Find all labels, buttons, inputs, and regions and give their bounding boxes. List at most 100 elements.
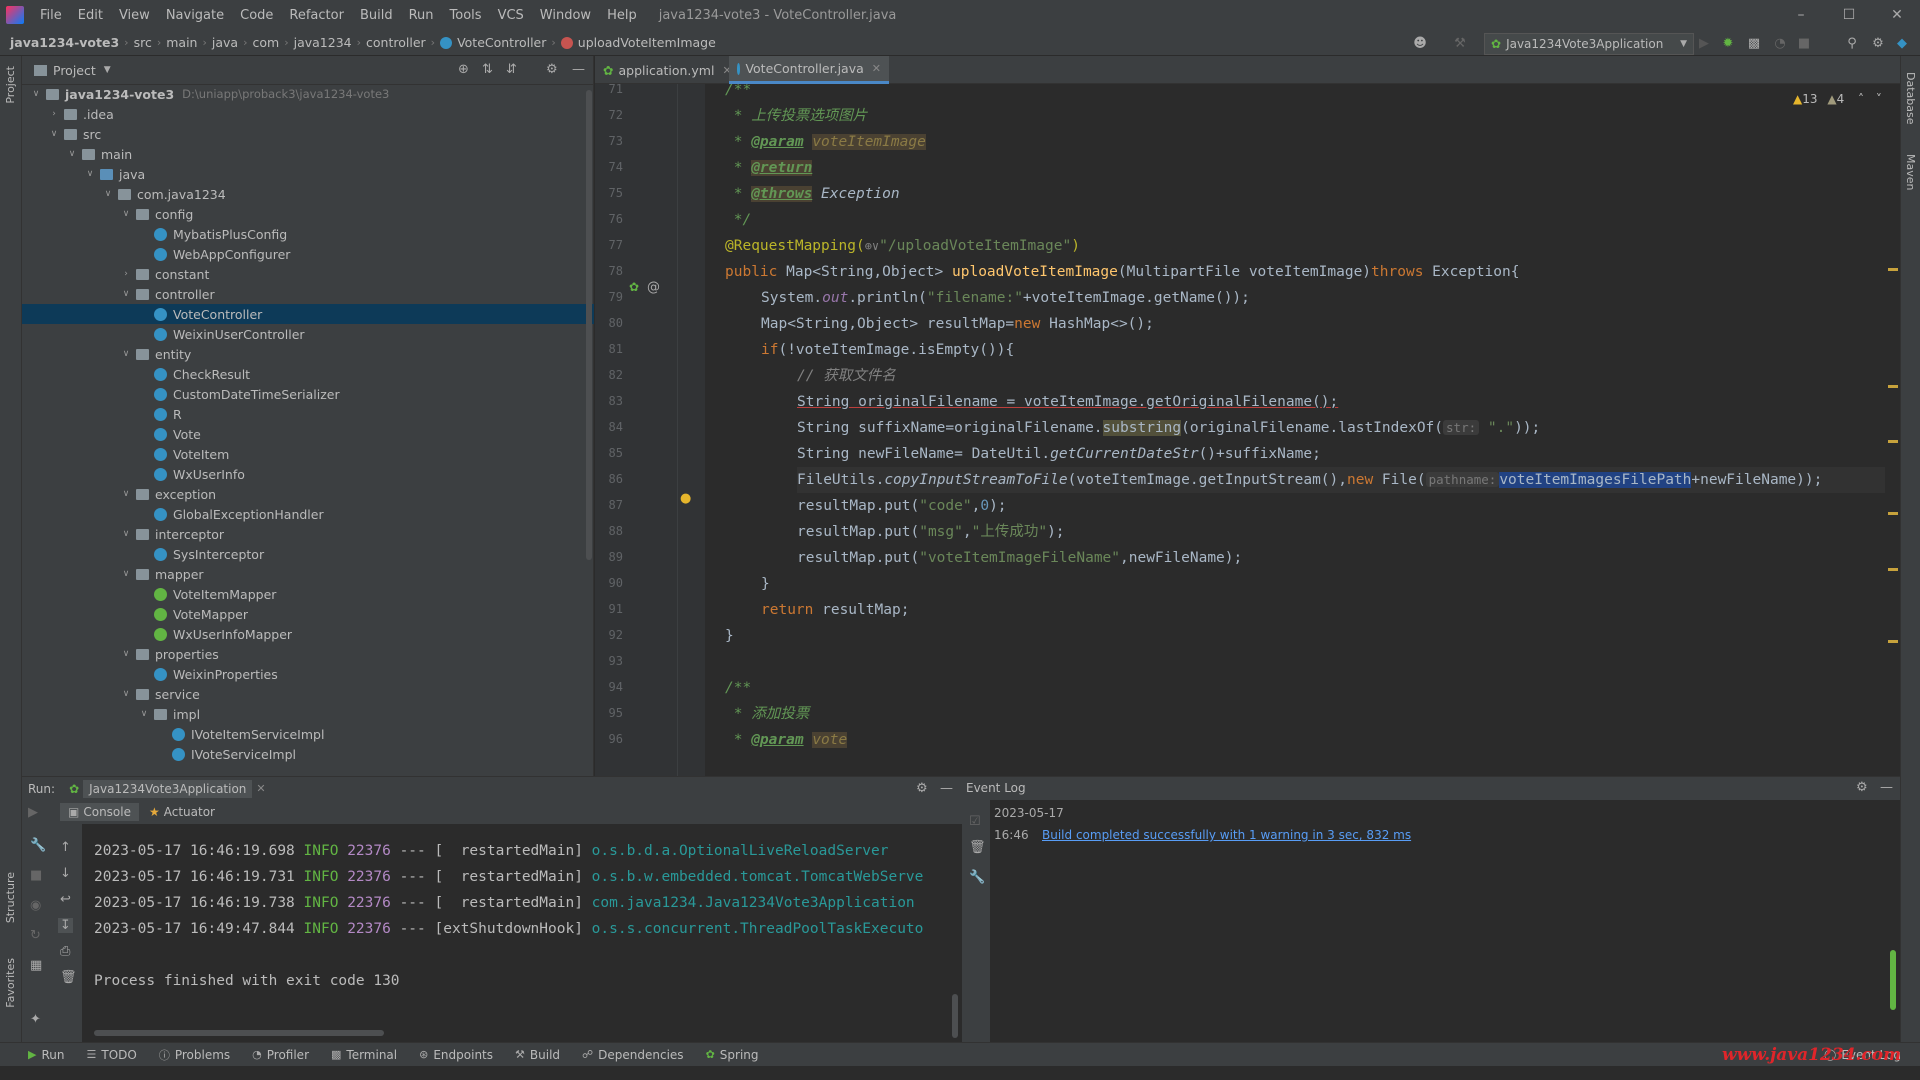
breadcrumb-java1234[interactable]: java1234: [294, 35, 352, 50]
wrench-icon[interactable]: 🔧: [30, 838, 46, 853]
debug-icon[interactable]: ✹: [1720, 35, 1736, 51]
project-view-select[interactable]: Project: [53, 63, 96, 78]
menu-tools[interactable]: Tools: [442, 8, 490, 23]
tree-item[interactable]: › .idea: [22, 104, 594, 124]
menu-help[interactable]: Help: [599, 8, 645, 23]
breadcrumb-project[interactable]: java1234-vote3: [10, 35, 119, 50]
warning-marker[interactable]: [1888, 385, 1898, 388]
menu-file[interactable]: File: [32, 8, 70, 23]
trash-icon[interactable]: 🗑: [60, 970, 77, 985]
chevron-down-icon[interactable]: ∨: [120, 529, 132, 539]
chevron-down-icon[interactable]: ∨: [120, 289, 132, 299]
arrow-down-icon[interactable]: ↓: [60, 866, 71, 881]
chevron-down-icon[interactable]: ∨: [120, 689, 132, 699]
breadcrumb-java[interactable]: java: [212, 35, 238, 50]
jetbrains-toolbox-icon[interactable]: ◆: [1894, 35, 1910, 51]
tree-item[interactable]: IVoteItemServiceImpl: [22, 724, 594, 744]
breadcrumb-main[interactable]: main: [166, 35, 197, 50]
chevron-down-icon[interactable]: ∨: [120, 209, 132, 219]
chevron-down-icon[interactable]: ∨: [66, 149, 78, 159]
breadcrumb-com[interactable]: com: [252, 35, 279, 50]
inspection-widget[interactable]: ▲13 ▲4 ˄ ˅: [1793, 92, 1882, 106]
warning-marker[interactable]: [1888, 440, 1898, 443]
tree-item[interactable]: ∨ entity: [22, 344, 594, 364]
breadcrumb-controller[interactable]: controller: [366, 35, 426, 50]
tool-terminal[interactable]: ▩ Terminal: [331, 1048, 397, 1062]
maximize-icon[interactable]: ☐: [1826, 0, 1872, 30]
hide-icon[interactable]: —: [572, 62, 585, 77]
warning-marker[interactable]: [1888, 568, 1898, 571]
chevron-down-icon[interactable]: ∨: [102, 189, 114, 199]
chevron-down-icon[interactable]: ∨: [120, 649, 132, 659]
stop-icon[interactable]: ■: [1796, 35, 1812, 51]
tree-item[interactable]: MybatisPlusConfig: [22, 224, 594, 244]
search-icon[interactable]: ⚲: [1844, 35, 1860, 51]
tree-item[interactable]: IVoteServiceImpl: [22, 744, 594, 764]
menu-view[interactable]: View: [111, 8, 158, 23]
layout-icon[interactable]: ▦: [30, 958, 42, 973]
arrow-up-icon[interactable]: ↑: [60, 840, 71, 855]
tree-item[interactable]: R: [22, 404, 594, 424]
spring-endpoint-icon[interactable]: ✿: [629, 280, 639, 294]
tree-item[interactable]: ∨ interceptor: [22, 524, 594, 544]
user-icon[interactable]: ☻: [1412, 35, 1428, 51]
coverage-icon[interactable]: ▩: [1746, 35, 1762, 51]
chevron-down-icon[interactable]: ∨: [120, 569, 132, 579]
menu-navigate[interactable]: Navigate: [158, 8, 232, 23]
tree-item[interactable]: VoteMapper: [22, 604, 594, 624]
menu-refactor[interactable]: Refactor: [281, 8, 352, 23]
chevron-down-icon[interactable]: ∨: [120, 489, 132, 499]
collapse-all-icon[interactable]: ⇵: [506, 62, 517, 77]
tab-vote-controller[interactable]: VoteController.java ✕: [729, 56, 889, 84]
chevron-right-icon[interactable]: ›: [120, 269, 132, 279]
tree-item[interactable]: ∨ service: [22, 684, 594, 704]
menu-window[interactable]: Window: [532, 8, 599, 23]
event-log-scrollbar[interactable]: [1890, 950, 1896, 1010]
gear-icon[interactable]: ⚙: [546, 62, 558, 77]
wrench-icon[interactable]: 🔧: [969, 870, 985, 885]
menu-code[interactable]: Code: [232, 8, 281, 23]
tree-item[interactable]: ∨ main: [22, 144, 594, 164]
tree-item[interactable]: VoteItem: [22, 444, 594, 464]
run-config-tab[interactable]: Java1234Vote3Application: [83, 779, 253, 798]
tree-item[interactable]: CustomDateTimeSerializer: [22, 384, 594, 404]
menu-build[interactable]: Build: [352, 8, 401, 23]
warning-marker[interactable]: [1888, 640, 1898, 643]
restart-icon[interactable]: ↻: [30, 928, 41, 943]
tool-problems[interactable]: ⓘ Problems: [159, 1047, 230, 1063]
run-icon[interactable]: ▶: [1696, 35, 1712, 51]
stop-icon[interactable]: ■: [30, 868, 42, 883]
tree-item[interactable]: ∨ java: [22, 164, 594, 184]
close-tab-icon[interactable]: ✕: [256, 782, 265, 795]
tree-item[interactable]: VoteController: [22, 304, 594, 324]
tree-item[interactable]: WxUserInfo: [22, 464, 594, 484]
chevron-down-icon[interactable]: ∨: [138, 709, 150, 719]
chevron-down-icon[interactable]: ∨: [48, 129, 60, 139]
tool-todo[interactable]: ☰ TODO: [86, 1048, 136, 1062]
tree-item[interactable]: SysInterceptor: [22, 544, 594, 564]
tree-item[interactable]: ∨ java1234-vote3 D:\uniapp\proback3\java12…: [22, 84, 594, 104]
tool-profiler[interactable]: ◔ Profiler: [252, 1048, 309, 1062]
tree-item[interactable]: ∨ config: [22, 204, 594, 224]
tree-item[interactable]: GlobalExceptionHandler: [22, 504, 594, 524]
tree-item[interactable]: VoteItemMapper: [22, 584, 594, 604]
breadcrumb-src[interactable]: src: [134, 35, 152, 50]
trash-icon[interactable]: 🗑: [969, 840, 986, 855]
hammer-icon[interactable]: ⚒: [1452, 35, 1468, 51]
maven-tool-button[interactable]: Maven: [1904, 154, 1917, 190]
console-hscrollbar[interactable]: [94, 1030, 384, 1036]
locate-icon[interactable]: ⊕: [458, 62, 469, 77]
chevron-up-icon[interactable]: ˄: [1858, 92, 1864, 106]
tab-application-yml[interactable]: ✿ application.yml ✕: [595, 56, 745, 84]
project-tool-button[interactable]: Project: [4, 66, 17, 104]
tool-run[interactable]: ▶ Run: [28, 1048, 64, 1062]
tree-item[interactable]: WebAppConfigurer: [22, 244, 594, 264]
profile-icon[interactable]: ◔: [1772, 35, 1788, 51]
pin-icon[interactable]: ✦: [30, 1012, 41, 1027]
project-scrollbar[interactable]: [586, 90, 592, 560]
annotation-icon[interactable]: @: [647, 280, 660, 295]
tree-item[interactable]: CheckResult: [22, 364, 594, 384]
rerun-icon[interactable]: ▶: [28, 805, 38, 820]
menu-edit[interactable]: Edit: [70, 8, 111, 23]
tree-item[interactable]: ∨ properties: [22, 644, 594, 664]
